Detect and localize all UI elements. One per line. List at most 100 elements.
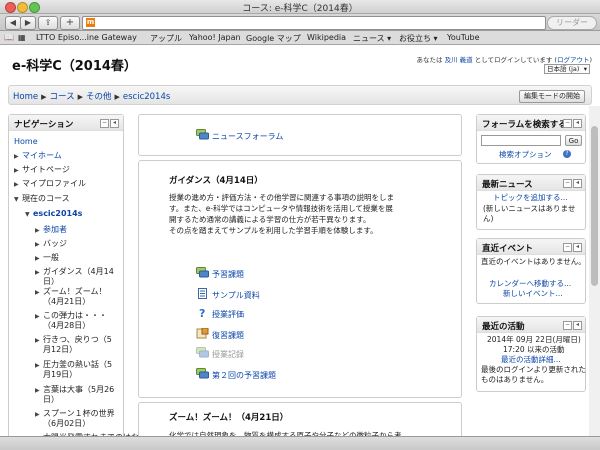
forum-search-block: フォーラムを検索する − ◂ Go 検索オプション ? (476, 114, 586, 164)
nav-item[interactable]: ▶ マイプロファイル (14, 179, 86, 190)
user-profile-link[interactable]: 及川 義道 (445, 56, 473, 64)
nav-item[interactable]: ▶ 行きつ、戻りつ（5 月12日） (35, 335, 112, 355)
collapsed-arrow-icon[interactable]: ▶ (35, 268, 43, 278)
collapsed-arrow-icon[interactable]: ▶ (35, 288, 43, 298)
activity-link-homework[interactable]: 予習課題 (212, 269, 244, 280)
forum-search-go-button[interactable]: Go (565, 135, 582, 146)
share-button[interactable]: ⇪ (38, 16, 58, 30)
latest-news-title: 最新ニュース (482, 180, 533, 190)
nav-item[interactable]: ▶ ズーム！ズーム！ （4月21日） (35, 287, 107, 307)
forward-button[interactable]: ▶ (20, 16, 36, 30)
logout-link[interactable]: ログアウト (557, 56, 590, 64)
bookmark-google-maps[interactable]: Google マップ (246, 33, 301, 44)
breadcrumb-courses[interactable]: コース (50, 92, 75, 102)
full-report-link[interactable]: 最近の活動詳細... (501, 355, 561, 365)
forum-search-input[interactable] (481, 135, 561, 146)
block-collapse-icon[interactable]: − (563, 321, 572, 330)
block-dock-icon[interactable]: ◂ (110, 119, 119, 128)
top-sites-icon[interactable]: ▦ (18, 33, 26, 42)
nav-item[interactable]: ▶ この弾力は・・・ （4月28日） (35, 311, 107, 331)
activity-link-record[interactable]: 授業記録 (212, 349, 244, 360)
new-tab-button[interactable]: + (60, 16, 80, 30)
collapsed-arrow-icon[interactable]: ▶ (35, 361, 43, 371)
block-collapse-icon[interactable]: − (563, 179, 572, 188)
activity-link-sample[interactable]: サンプル資料 (212, 290, 260, 301)
page-scrollbar[interactable] (589, 106, 600, 436)
breadcrumb-other[interactable]: その他 (86, 92, 112, 102)
edit-mode-button[interactable]: 編集モードの開始 (519, 90, 585, 103)
collapsed-arrow-icon[interactable]: ▶ (35, 336, 43, 346)
collapsed-arrow-icon[interactable]: ▶ (35, 226, 43, 236)
collapsed-arrow-icon[interactable]: ▶ (14, 180, 22, 190)
nav-item-label: ズーム！ズーム！ （4月21日） (43, 287, 107, 306)
help-icon[interactable]: ? (563, 150, 571, 158)
bookmark-yahoo[interactable]: Yahoo! Japan (189, 33, 241, 42)
nav-item[interactable]: ▶ 言葉は大事（5月26 日） (35, 385, 114, 405)
collapsed-arrow-icon[interactable]: ▶ (35, 410, 43, 420)
site-title: e-科学C（2014春） (12, 59, 137, 74)
breadcrumb-home[interactable]: Home (13, 92, 38, 102)
language-value: 日本語 (ja) (547, 65, 580, 73)
block-dock-icon[interactable]: ◂ (573, 321, 582, 330)
search-options-link[interactable]: 検索オプション (499, 150, 552, 160)
collapsed-arrow-icon[interactable]: ▶ (35, 312, 43, 322)
section-guidance: ガイダンス（4月14日） 授業の進め方・評価方法・その他学習に関連する事項の説明… (138, 160, 462, 398)
navigation-block-header: ナビゲーション − ◂ (9, 115, 123, 131)
language-select[interactable]: 日本語 (ja) ▾ (544, 64, 590, 74)
block-collapse-icon[interactable]: − (563, 119, 572, 128)
activity-link-next-homework[interactable]: 第２回の予習課題 (212, 370, 276, 381)
nav-item[interactable]: ▶ 一般 (35, 253, 59, 264)
nav-item[interactable]: ▶ バッジ (35, 239, 67, 250)
bookmarks-bar: 📖 ▦ LTTO Episo...ine Gateway アップル Yahoo!… (0, 31, 600, 45)
nav-item[interactable]: ▶ スプーン１杯の世界 （6月02日） (35, 409, 115, 429)
activity-empty-line: 最後のログインより更新された (481, 365, 586, 374)
collapsed-arrow-icon[interactable]: ▶ (35, 254, 43, 264)
nav-item-label: サイトページ (22, 165, 70, 174)
forum-icon (196, 267, 209, 278)
nav-item[interactable]: ▶ ガイダンス（4月14 日） (35, 267, 114, 287)
summary-line: 授業の進め方・評価方法・その他学習に関連する事項の説明をしま (169, 193, 394, 202)
add-topic-link[interactable]: トピックを追加する... (493, 193, 568, 203)
scrollbar-thumb[interactable] (591, 126, 598, 286)
nav-item-label: Home (14, 137, 38, 146)
bookmark-wikipedia[interactable]: Wikipedia (307, 33, 346, 42)
reader-button[interactable]: リーダー (547, 16, 597, 30)
forum-search-title: フォーラムを検索する (482, 120, 567, 130)
address-bar[interactable]: m (82, 16, 546, 30)
activity-link-review[interactable]: 復習課題 (212, 330, 244, 341)
collapsed-arrow-icon[interactable]: ▶ (35, 386, 43, 396)
nav-item[interactable]: ▼ escic2014s (25, 209, 82, 220)
collapsed-arrow-icon[interactable]: ▶ (14, 166, 22, 176)
nav-item[interactable]: ▶ サイトページ (14, 165, 70, 176)
nav-item[interactable]: ▶ 圧力釜の熱い話（5 月19日） (35, 360, 112, 380)
news-forum-link[interactable]: ニュースフォーラム (212, 131, 283, 142)
block-collapse-icon[interactable]: − (563, 243, 572, 252)
nav-item-label: 参加者 (43, 225, 67, 234)
bookmark-news[interactable]: ニュース ▾ (353, 33, 391, 44)
back-button[interactable]: ◀ (5, 16, 21, 30)
new-event-link[interactable]: 新しいイベント... (503, 289, 563, 299)
assignment-icon (196, 328, 209, 339)
nav-item-label: 行きつ、戻りつ（5 月12日） (43, 335, 112, 354)
block-dock-icon[interactable]: ◂ (573, 119, 582, 128)
block-dock-icon[interactable]: ◂ (573, 243, 582, 252)
nav-item[interactable]: ▼ 現在のコース (14, 194, 70, 205)
bookmark-youtube[interactable]: YouTube (447, 33, 480, 42)
activity-since-time: 17:20 以来の活動 (503, 345, 565, 354)
reading-list-icon[interactable]: 📖 (4, 33, 14, 42)
activity-link-evaluation[interactable]: 授業評価 (212, 309, 244, 320)
expanded-arrow-icon[interactable]: ▼ (14, 195, 22, 205)
collapsed-arrow-icon[interactable]: ▶ (35, 240, 43, 250)
collapsed-arrow-icon[interactable]: ▶ (14, 152, 22, 162)
bookmark-ltto[interactable]: LTTO Episo...ine Gateway (36, 33, 137, 42)
nav-item[interactable]: Home (14, 137, 38, 147)
block-dock-icon[interactable]: ◂ (573, 179, 582, 188)
go-to-calendar-link[interactable]: カレンダーへ移動する... (489, 279, 571, 289)
expanded-arrow-icon[interactable]: ▼ (25, 210, 33, 220)
bookmark-useful[interactable]: お役立ち ▾ (399, 33, 438, 44)
nav-item[interactable]: ▶ マイホーム (14, 151, 62, 162)
bookmark-apple[interactable]: アップル (150, 33, 182, 44)
nav-item[interactable]: ▶ 参加者 (35, 225, 67, 236)
breadcrumb-course[interactable]: escic2014s (123, 92, 170, 102)
block-collapse-icon[interactable]: − (100, 119, 109, 128)
